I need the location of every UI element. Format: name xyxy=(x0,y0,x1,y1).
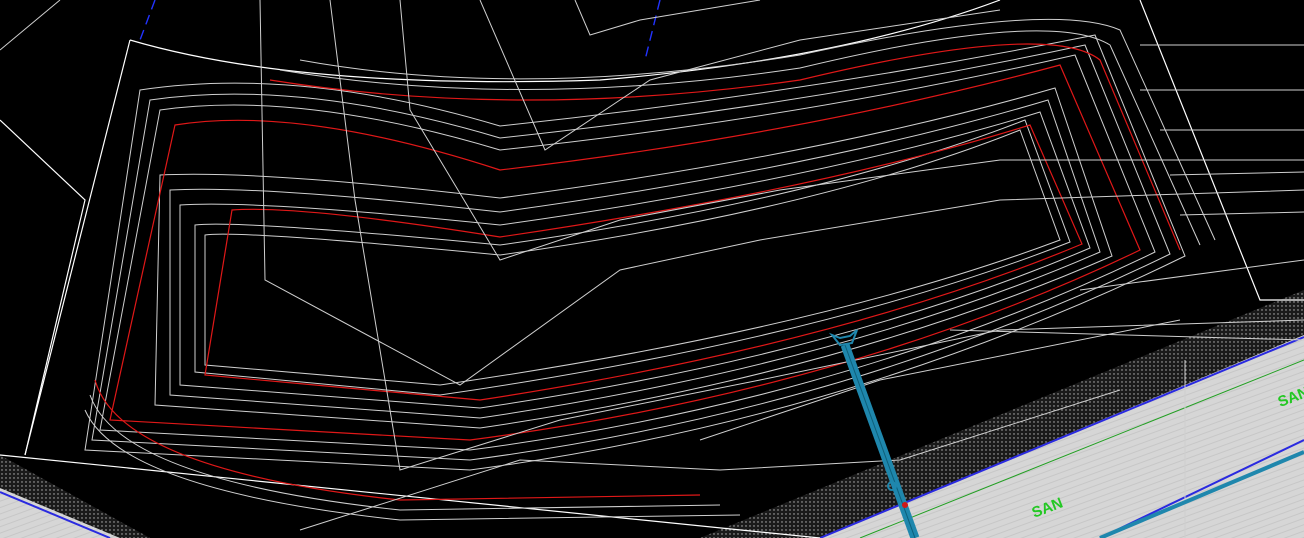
road-right-of-way: SAN SAN xyxy=(0,290,1304,538)
contour-major-outer-bottom xyxy=(94,379,701,501)
easement-lines xyxy=(139,0,661,61)
flared-end-section-icon xyxy=(828,329,858,347)
connection-point-icon xyxy=(902,502,908,508)
site-plan-canvas[interactable]: SAN SAN xyxy=(0,0,1304,538)
cad-drawing-viewport[interactable]: SAN SAN xyxy=(0,0,1304,538)
contour-major-inner xyxy=(204,124,1083,401)
